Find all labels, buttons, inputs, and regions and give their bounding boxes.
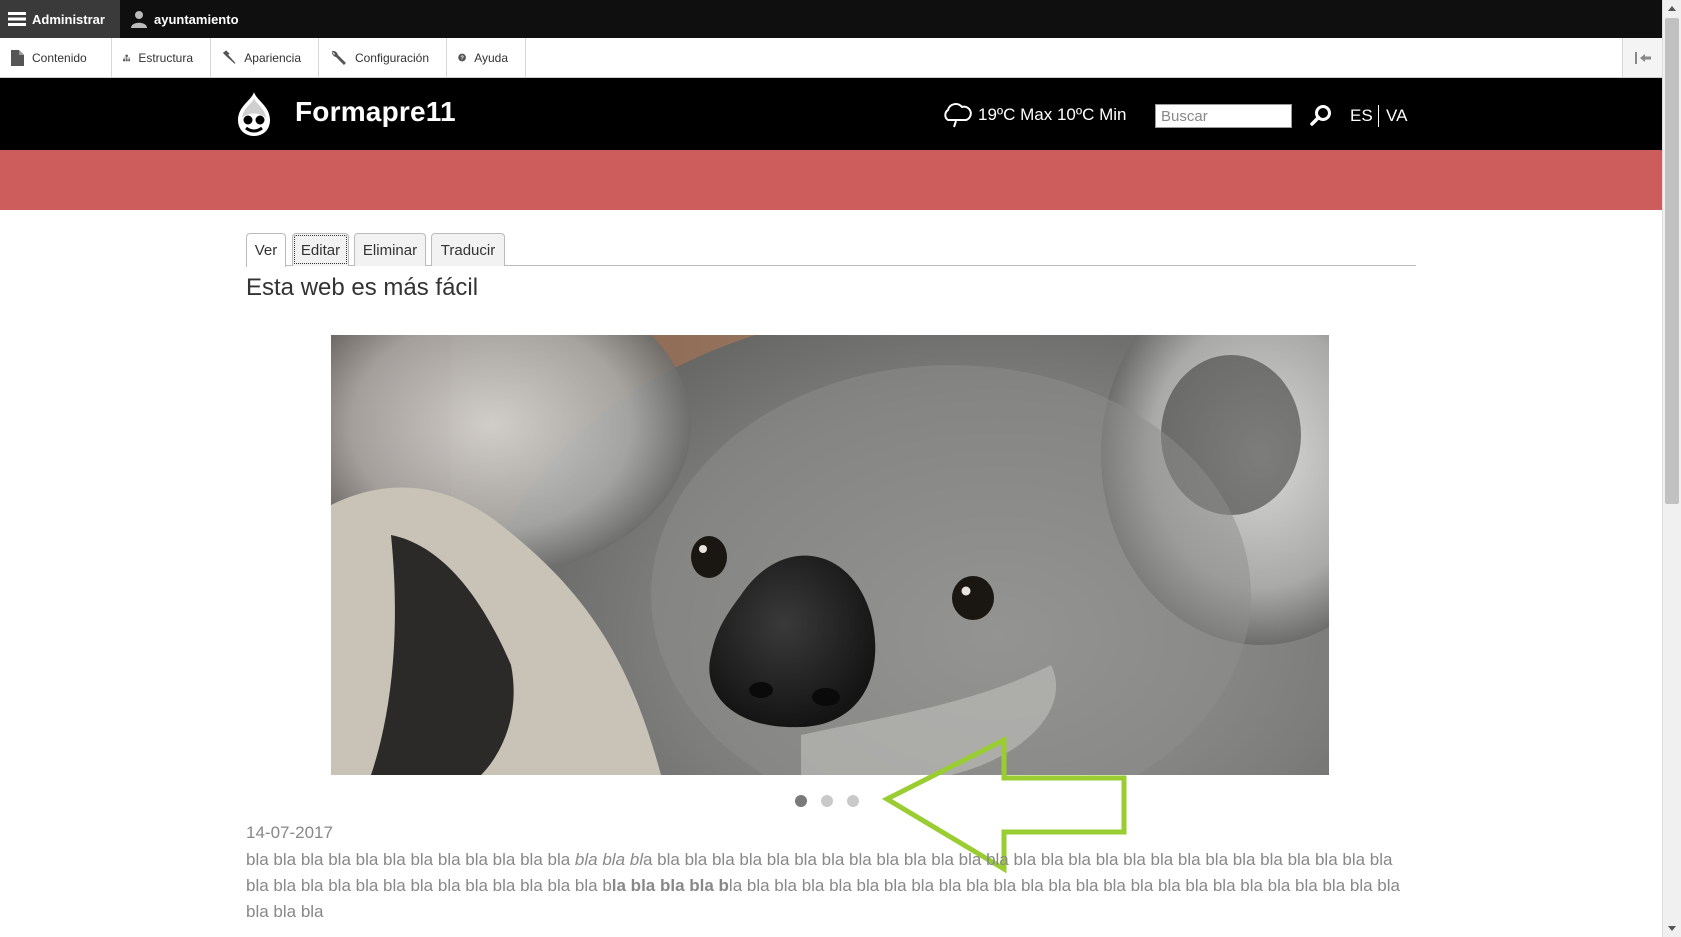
svg-text:?: ? — [460, 56, 464, 62]
tray-collapse-button[interactable] — [1622, 38, 1662, 77]
tray-item-label: Estructura — [138, 50, 193, 65]
tray-item-apariencia[interactable]: Apariencia — [211, 38, 319, 77]
collapse-tray-icon — [1634, 51, 1651, 64]
brush-icon — [222, 50, 236, 64]
admin-toolbar: Administrar ayuntamiento — [0, 0, 1662, 38]
hamburger-icon — [8, 12, 26, 26]
scroll-thumb[interactable] — [1665, 18, 1679, 504]
tab-ver[interactable]: Ver — [246, 233, 286, 267]
site-name[interactable]: Formapre11 — [295, 96, 456, 128]
tab-editar[interactable]: Editar — [292, 233, 349, 266]
admin-manage-button[interactable]: Administrar — [0, 0, 120, 38]
tray-item-label: Configuración — [354, 50, 429, 65]
language-es-link[interactable]: ES — [1350, 106, 1373, 126]
post-date: 14-07-2017 — [246, 823, 333, 842]
slide-dot-2[interactable] — [821, 795, 833, 807]
search-input[interactable] — [1155, 104, 1292, 128]
slideshow-pager — [795, 795, 859, 807]
slide-dot-1[interactable] — [795, 795, 807, 807]
sitemap-icon — [123, 54, 131, 61]
local-tasks-tabs: Ver Editar Eliminar Traducir — [246, 232, 1416, 267]
highlight-band — [0, 150, 1662, 210]
body-text-bold: la bla bla bla b — [611, 876, 729, 895]
user-icon — [131, 11, 147, 28]
file-icon — [11, 49, 24, 66]
admin-tray: Contenido Estructura Apariencia Configur… — [0, 38, 1662, 78]
wrench-icon — [331, 50, 346, 65]
tray-item-contenido[interactable]: Contenido — [0, 38, 112, 77]
tray-item-label: Ayuda — [474, 50, 508, 65]
language-va-link[interactable]: VA — [1386, 106, 1407, 126]
tab-traducir[interactable]: Traducir — [431, 233, 505, 266]
tray-item-label: Contenido — [32, 50, 87, 65]
tab-label: Traducir — [440, 241, 496, 259]
tray-item-label: Apariencia — [244, 50, 301, 65]
cloud-icon — [944, 103, 972, 128]
post-body: bla bla bla bla bla bla bla bla bla bla … — [246, 847, 1416, 925]
page-title: Esta web es más fácil — [246, 274, 479, 301]
admin-user-button[interactable]: ayuntamiento — [128, 0, 239, 38]
weather-text: 19ºC Max 10ºC Min — [978, 105, 1127, 124]
tab-label: Ver — [254, 242, 278, 259]
tab-label: Eliminar — [362, 241, 418, 259]
site-header: Formapre11 19ºC Max 10ºC Min ES VA — [0, 78, 1662, 150]
help-icon: ? — [458, 53, 466, 62]
scroll-up-arrow-icon[interactable] — [1663, 0, 1681, 17]
drupal-logo-icon[interactable] — [230, 90, 278, 138]
tray-item-configuracion[interactable]: Configuración — [319, 38, 447, 77]
koala-photo — [331, 335, 1329, 775]
tray-item-estructura[interactable]: Estructura — [112, 38, 211, 77]
scroll-down-arrow-icon[interactable] — [1663, 920, 1681, 937]
tab-eliminar[interactable]: Eliminar — [354, 233, 426, 266]
slide-dot-3[interactable] — [847, 795, 859, 807]
vertical-scrollbar[interactable] — [1662, 0, 1681, 937]
body-text-italic: bla bla bl — [574, 850, 643, 869]
tray-item-ayuda[interactable]: ? Ayuda — [447, 38, 526, 77]
admin-manage-label: Administrar — [32, 11, 105, 27]
weather-widget: 19ºC Max 10ºC Min — [940, 102, 1126, 128]
admin-user-label: ayuntamiento — [154, 11, 239, 27]
slideshow-image[interactable] — [331, 335, 1329, 775]
body-text-part: bla bla bla bla bla bla bla bla bla bla … — [246, 850, 575, 869]
tab-label: Editar — [300, 241, 341, 259]
language-separator — [1378, 105, 1379, 127]
search-icon[interactable] — [1308, 103, 1334, 129]
